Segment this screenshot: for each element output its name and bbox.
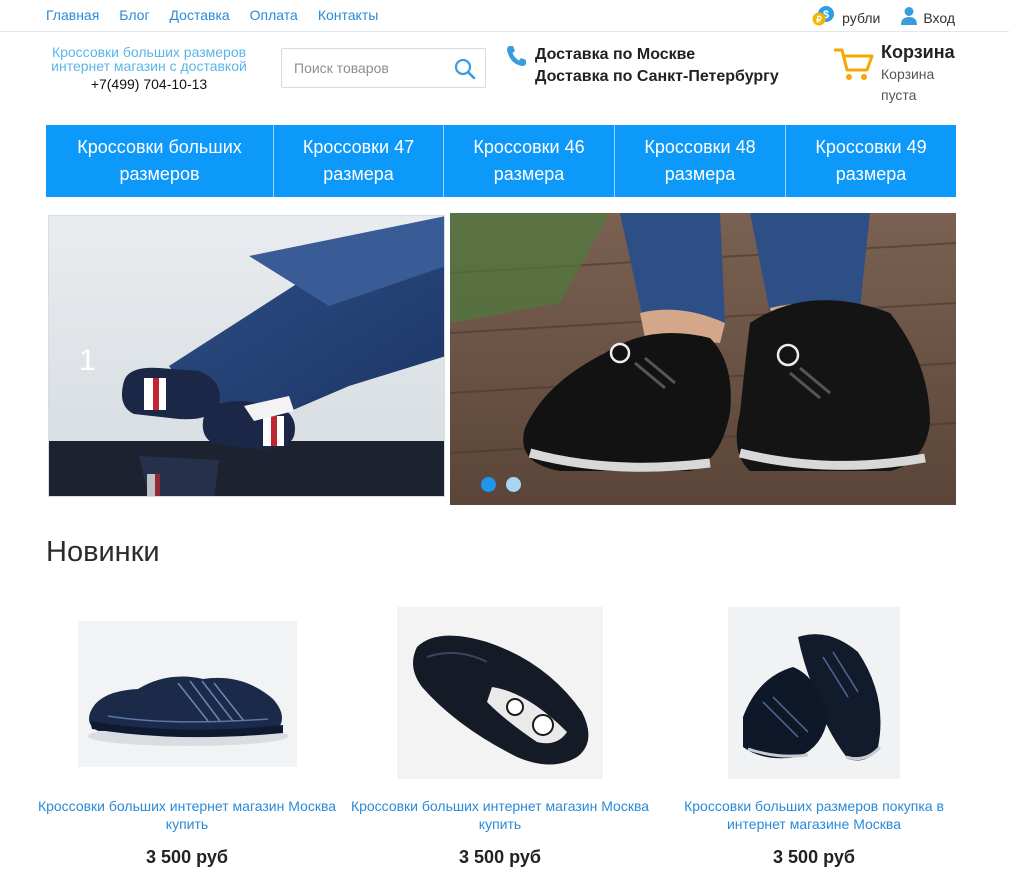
slider-dot-2[interactable] xyxy=(506,477,521,492)
currency-switch[interactable]: $ ₽ рубли xyxy=(811,5,880,30)
category-item-size-46[interactable]: Кроссовки 46 размера xyxy=(444,125,615,197)
product-card[interactable]: Кроссовки больших размеров покупка в инт… xyxy=(664,600,964,867)
phone-icon xyxy=(505,44,527,73)
top-nav-link-home[interactable]: Главная xyxy=(46,7,99,23)
top-right-controls: $ ₽ рубли Вход xyxy=(811,5,955,30)
site-tagline: Кроссовки больших размеров интернет мага… xyxy=(51,44,247,74)
category-item-size-49[interactable]: Кроссовки 49 размера xyxy=(786,125,956,197)
product-name[interactable]: Кроссовки больших интернет магазин Москв… xyxy=(350,797,650,833)
delivery-moscow: Доставка по Москве xyxy=(535,46,696,63)
category-item-size-47[interactable]: Кроссовки 47 размера xyxy=(274,125,444,197)
search-box xyxy=(281,48,486,88)
category-nav: Кроссовки больших размеров Кроссовки 47 … xyxy=(46,125,956,197)
svg-text:₽: ₽ xyxy=(816,15,822,25)
product-image[interactable] xyxy=(77,621,297,767)
top-nav-link-payment[interactable]: Оплата xyxy=(250,7,298,23)
product-card[interactable]: Кроссовки больших интернет магазин Москв… xyxy=(37,600,337,867)
top-bar: Главная Блог Доставка Оплата Контакты $ … xyxy=(0,0,1009,32)
login-label: Вход xyxy=(923,9,955,26)
top-nav-link-delivery[interactable]: Доставка xyxy=(170,7,230,23)
slide-number: 1 xyxy=(79,344,96,377)
user-icon xyxy=(900,6,918,29)
category-item-size-48[interactable]: Кроссовки 48 размера xyxy=(615,125,786,197)
slider-image-right[interactable] xyxy=(450,213,956,505)
login-link[interactable]: Вход xyxy=(900,6,955,29)
top-nav-link-blog[interactable]: Блог xyxy=(119,7,149,23)
delivery-spb: Доставка по Санкт-Петербургу xyxy=(535,68,779,85)
cart-status: Корзина пуста xyxy=(881,66,935,103)
top-nav-link-contacts[interactable]: Контакты xyxy=(318,7,378,23)
product-name[interactable]: Кроссовки больших размеров покупка в инт… xyxy=(664,797,964,833)
currency-exchange-icon: $ ₽ xyxy=(811,5,837,30)
search-icon[interactable] xyxy=(453,57,477,81)
search-input[interactable] xyxy=(282,49,442,87)
brand-block[interactable]: Кроссовки больших размеров интернет мага… xyxy=(46,45,252,92)
product-name[interactable]: Кроссовки больших интернет магазин Москв… xyxy=(37,797,337,833)
slider-dots xyxy=(481,477,521,492)
product-image[interactable] xyxy=(728,607,900,779)
product-card[interactable]: Кроссовки больших интернет магазин Москв… xyxy=(350,600,650,867)
category-item-large-sizes[interactable]: Кроссовки больших размеров xyxy=(46,125,274,197)
product-image[interactable] xyxy=(397,607,603,779)
cart-icon xyxy=(833,46,874,87)
new-arrivals-title: Новинки xyxy=(46,536,160,568)
currency-label: рубли xyxy=(842,9,881,26)
product-price: 3 500 руб xyxy=(773,847,855,867)
slider-image-left[interactable]: 1 xyxy=(48,215,445,497)
slider-dot-1[interactable] xyxy=(481,477,496,492)
product-price: 3 500 руб xyxy=(459,847,541,867)
product-price: 3 500 руб xyxy=(146,847,228,867)
top-nav: Главная Блог Доставка Оплата Контакты xyxy=(46,7,378,23)
cart-title: Корзина xyxy=(881,42,955,62)
header-phone: +7(499) 704-10-13 xyxy=(90,76,208,92)
